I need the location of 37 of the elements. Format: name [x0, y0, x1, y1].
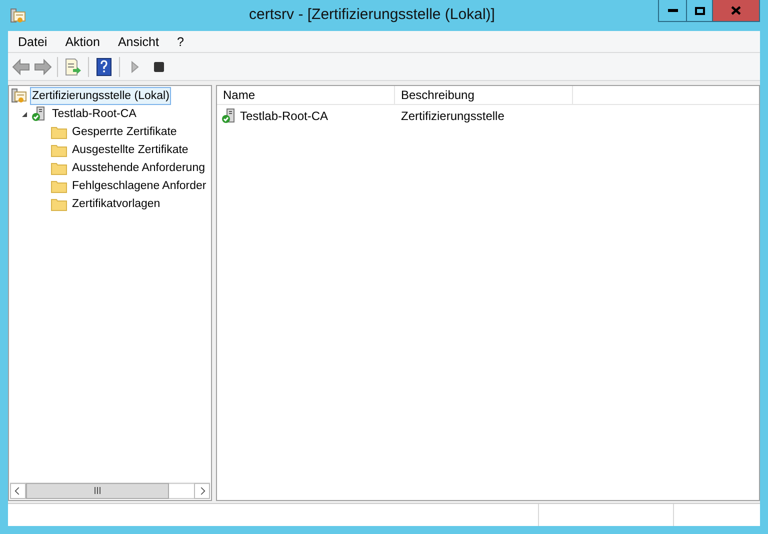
menu-item[interactable]: Aktion — [59, 32, 106, 52]
maximize-icon — [694, 6, 704, 14]
export-list-icon[interactable] — [64, 58, 82, 76]
tree-item[interactable]: Zertifizierungsstelle (Lokal) — [30, 87, 172, 105]
scroll-right-icon[interactable] — [194, 482, 210, 498]
certificate-icon — [10, 8, 26, 24]
grip-icon — [94, 487, 101, 494]
collapse-arrow-icon[interactable] — [20, 110, 28, 118]
certificate-icon — [11, 88, 27, 104]
folder-icon — [51, 179, 67, 193]
server-check-icon — [31, 106, 47, 122]
menu-item[interactable]: Datei — [12, 32, 54, 52]
window-title: certsrv - [Zertifizierungsstelle (Lokal)] — [248, 5, 496, 26]
tree-item[interactable]: Gesperrte Zertifikate — [70, 123, 179, 141]
close-icon — [731, 6, 741, 15]
tree-item[interactable]: Testlab-Root-CA — [50, 105, 138, 123]
tree-item[interactable]: Ausgestellte Zertifikate — [70, 141, 190, 159]
column-header[interactable]: Beschreibung — [395, 86, 573, 104]
folder-icon — [51, 161, 67, 175]
folder-icon — [51, 197, 67, 211]
tree-item[interactable]: Zertifikatvorlagen — [70, 195, 162, 213]
menu-item[interactable]: ? — [170, 32, 190, 52]
tree-item[interactable]: Ausstehende Anforderung — [70, 159, 207, 177]
help-icon[interactable] — [96, 58, 112, 76]
scroll-left-icon[interactable] — [10, 482, 26, 498]
scrollbar-thumb[interactable] — [26, 482, 169, 498]
table-cell-text: Zertifizierungsstelle — [400, 108, 504, 124]
menu-item[interactable]: Ansicht — [112, 32, 165, 52]
folder-icon — [51, 125, 67, 139]
minimize-icon — [668, 9, 678, 12]
column-header[interactable]: Name — [217, 86, 395, 104]
server-check-icon — [221, 108, 237, 124]
table-cell[interactable]: Testlab-Root-CA — [240, 106, 328, 124]
horizontal-scrollbar[interactable] — [10, 482, 210, 499]
tree-item[interactable]: Fehlgeschlagene Anforder — [70, 177, 208, 195]
folder-icon — [51, 143, 67, 157]
close-button[interactable] — [713, 0, 759, 21]
